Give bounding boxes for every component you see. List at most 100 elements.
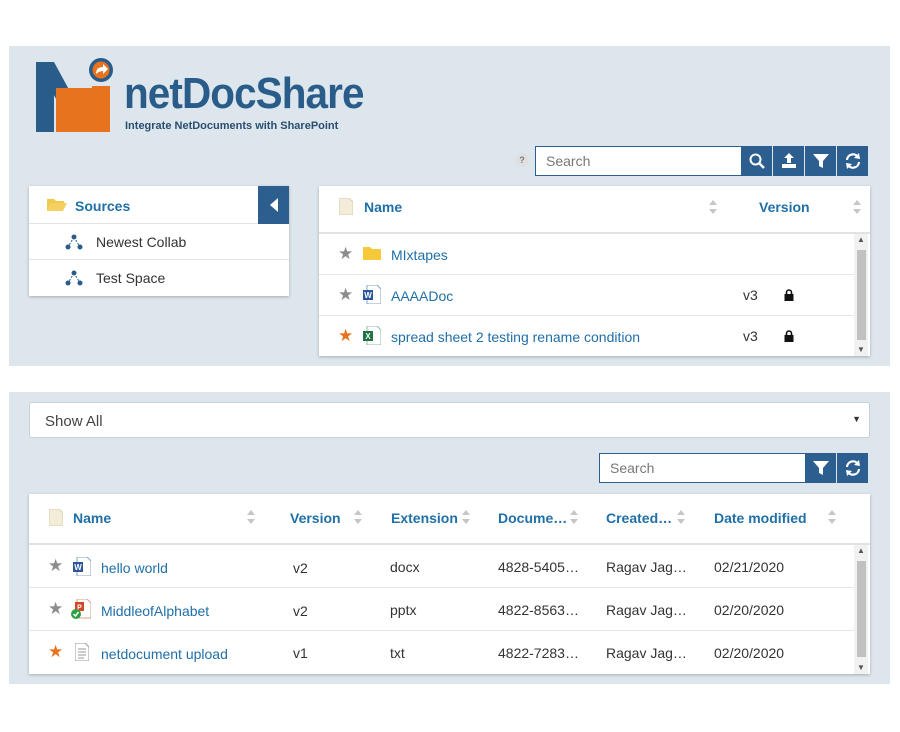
sources-panel: Sources Newest Collab Test Space (29, 186, 289, 296)
sources-header: Sources (29, 186, 289, 224)
created-by-value: Ragav Jag… (606, 559, 687, 575)
column-date-modified[interactable]: Date modified (714, 510, 807, 526)
table-row[interactable]: ★ W hello world v2 docx 4828-5405… Ragav… (29, 545, 854, 588)
table-row[interactable]: ★ X spread sheet 2 testing rename condit… (319, 316, 854, 357)
sort-icon[interactable] (570, 510, 578, 524)
document-name-link[interactable]: netdocument upload (101, 646, 228, 662)
file-icon (49, 509, 63, 526)
bottom-search-input[interactable] (600, 454, 805, 482)
star-icon[interactable]: ★ (338, 286, 353, 303)
top-search-input[interactable] (536, 147, 741, 175)
top-search-field[interactable] (535, 146, 742, 176)
folder-icon (363, 247, 381, 260)
document-id-value: 4828-5405… (498, 559, 579, 575)
table-header: Name Version (319, 186, 870, 234)
scroll-up-icon[interactable]: ▲ (854, 545, 868, 557)
version-value: v3 (743, 287, 758, 303)
version-value: v2 (293, 560, 308, 576)
search-button[interactable] (741, 146, 772, 176)
word-document-icon: W (73, 557, 91, 576)
show-filter-select[interactable]: Show All ▼ (29, 402, 870, 438)
column-version[interactable]: Version (759, 199, 810, 215)
svg-text:X: X (365, 332, 371, 341)
column-created[interactable]: Created… (606, 510, 672, 526)
file-icon (339, 198, 353, 215)
help-icon[interactable]: ? (515, 153, 529, 167)
source-item-test-space[interactable]: Test Space (29, 260, 289, 296)
date-modified-value: 02/20/2020 (714, 602, 785, 618)
folder-open-icon (47, 199, 67, 211)
scroll-down-icon[interactable]: ▼ (854, 662, 868, 674)
scroll-down-icon[interactable]: ▼ (854, 344, 868, 356)
date-modified-value: 02/21/2020 (714, 559, 785, 575)
sort-icon[interactable] (354, 510, 362, 524)
sort-icon[interactable] (828, 510, 836, 524)
table-row[interactable]: ★ MIxtapes (319, 234, 854, 275)
column-extension[interactable]: Extension (391, 510, 458, 526)
select-value: Show All (45, 413, 103, 430)
document-name-link[interactable]: spread sheet 2 testing rename condition (391, 329, 640, 345)
logo-wordmark: netDocShare (124, 69, 365, 118)
scroll-up-icon[interactable]: ▲ (854, 234, 868, 246)
refresh-button[interactable] (837, 146, 868, 176)
network-icon (65, 234, 83, 250)
filter-button[interactable] (805, 453, 836, 483)
refresh-icon (845, 153, 860, 169)
bottom-table-scrollbar[interactable]: ▲ ▼ (854, 545, 868, 674)
sort-icon[interactable] (247, 510, 255, 524)
document-name-link[interactable]: AAAADoc (391, 288, 453, 304)
chevron-down-icon: ▼ (852, 414, 861, 424)
sort-icon[interactable] (709, 200, 717, 214)
upload-icon (781, 153, 796, 168)
document-name-link[interactable]: MiddleofAlphabet (101, 603, 209, 619)
logo-mark-icon (36, 58, 113, 132)
column-document[interactable]: Docume… (498, 510, 567, 526)
scrollbar-thumb[interactable] (857, 561, 866, 657)
version-value: v2 (293, 603, 308, 619)
version-value: v1 (293, 645, 308, 661)
table-row[interactable]: ★ W AAAADoc v3 (319, 275, 854, 316)
bottom-search-field[interactable] (599, 453, 806, 483)
filter-button[interactable] (805, 146, 836, 176)
star-icon[interactable]: ★ (338, 245, 353, 262)
svg-text:W: W (74, 563, 82, 572)
filter-icon (812, 154, 829, 168)
star-icon[interactable]: ★ (48, 557, 63, 574)
extension-value: txt (390, 645, 405, 661)
table-header: Name Version Extension Docume… Created… … (29, 494, 870, 545)
source-item-newest-collab[interactable]: Newest Collab (29, 224, 289, 260)
svg-text:W: W (364, 291, 372, 300)
created-by-value: Ragav Jag… (606, 645, 687, 661)
table-row[interactable]: ★ P MiddleofAlphabet v2 pptx 4822-8563… … (29, 588, 854, 631)
excel-document-icon: X (363, 326, 381, 345)
top-documents-table: Name Version ★ MIxtapes ★ W AAAADoc v3 ★… (319, 186, 870, 356)
top-table-scrollbar[interactable]: ▲ ▼ (854, 234, 868, 356)
lock-icon (784, 289, 794, 301)
sort-icon[interactable] (853, 200, 861, 214)
upload-button[interactable] (773, 146, 804, 176)
star-icon[interactable]: ★ (48, 600, 63, 617)
refresh-button[interactable] (837, 453, 868, 483)
scrollbar-thumb[interactable] (857, 250, 866, 340)
document-id-value: 4822-7283… (498, 645, 579, 661)
document-name-link[interactable]: hello world (101, 560, 168, 576)
word-document-icon: W (363, 285, 381, 304)
column-name[interactable]: Name (73, 510, 111, 526)
star-icon[interactable]: ★ (48, 643, 63, 660)
column-version[interactable]: Version (290, 510, 341, 526)
sources-title: Sources (75, 198, 131, 214)
sort-icon[interactable] (462, 510, 470, 524)
date-modified-value: 02/20/2020 (714, 645, 785, 661)
powerpoint-checked-icon: P (71, 599, 91, 619)
collapse-sources-button[interactable] (258, 186, 289, 224)
refresh-icon (845, 460, 860, 476)
caret-left-icon (269, 198, 278, 212)
column-name[interactable]: Name (364, 199, 402, 215)
sort-icon[interactable] (677, 510, 685, 524)
star-icon[interactable]: ★ (338, 327, 353, 344)
table-row[interactable]: ★ netdocument upload v1 txt 4822-7283… R… (29, 631, 854, 674)
bottom-documents-table: Name Version Extension Docume… Created… … (29, 494, 870, 674)
document-name-link[interactable]: MIxtapes (391, 247, 448, 263)
bottom-panel: Show All ▼ Name Version Extension Docume… (9, 392, 890, 684)
search-icon (749, 153, 765, 169)
